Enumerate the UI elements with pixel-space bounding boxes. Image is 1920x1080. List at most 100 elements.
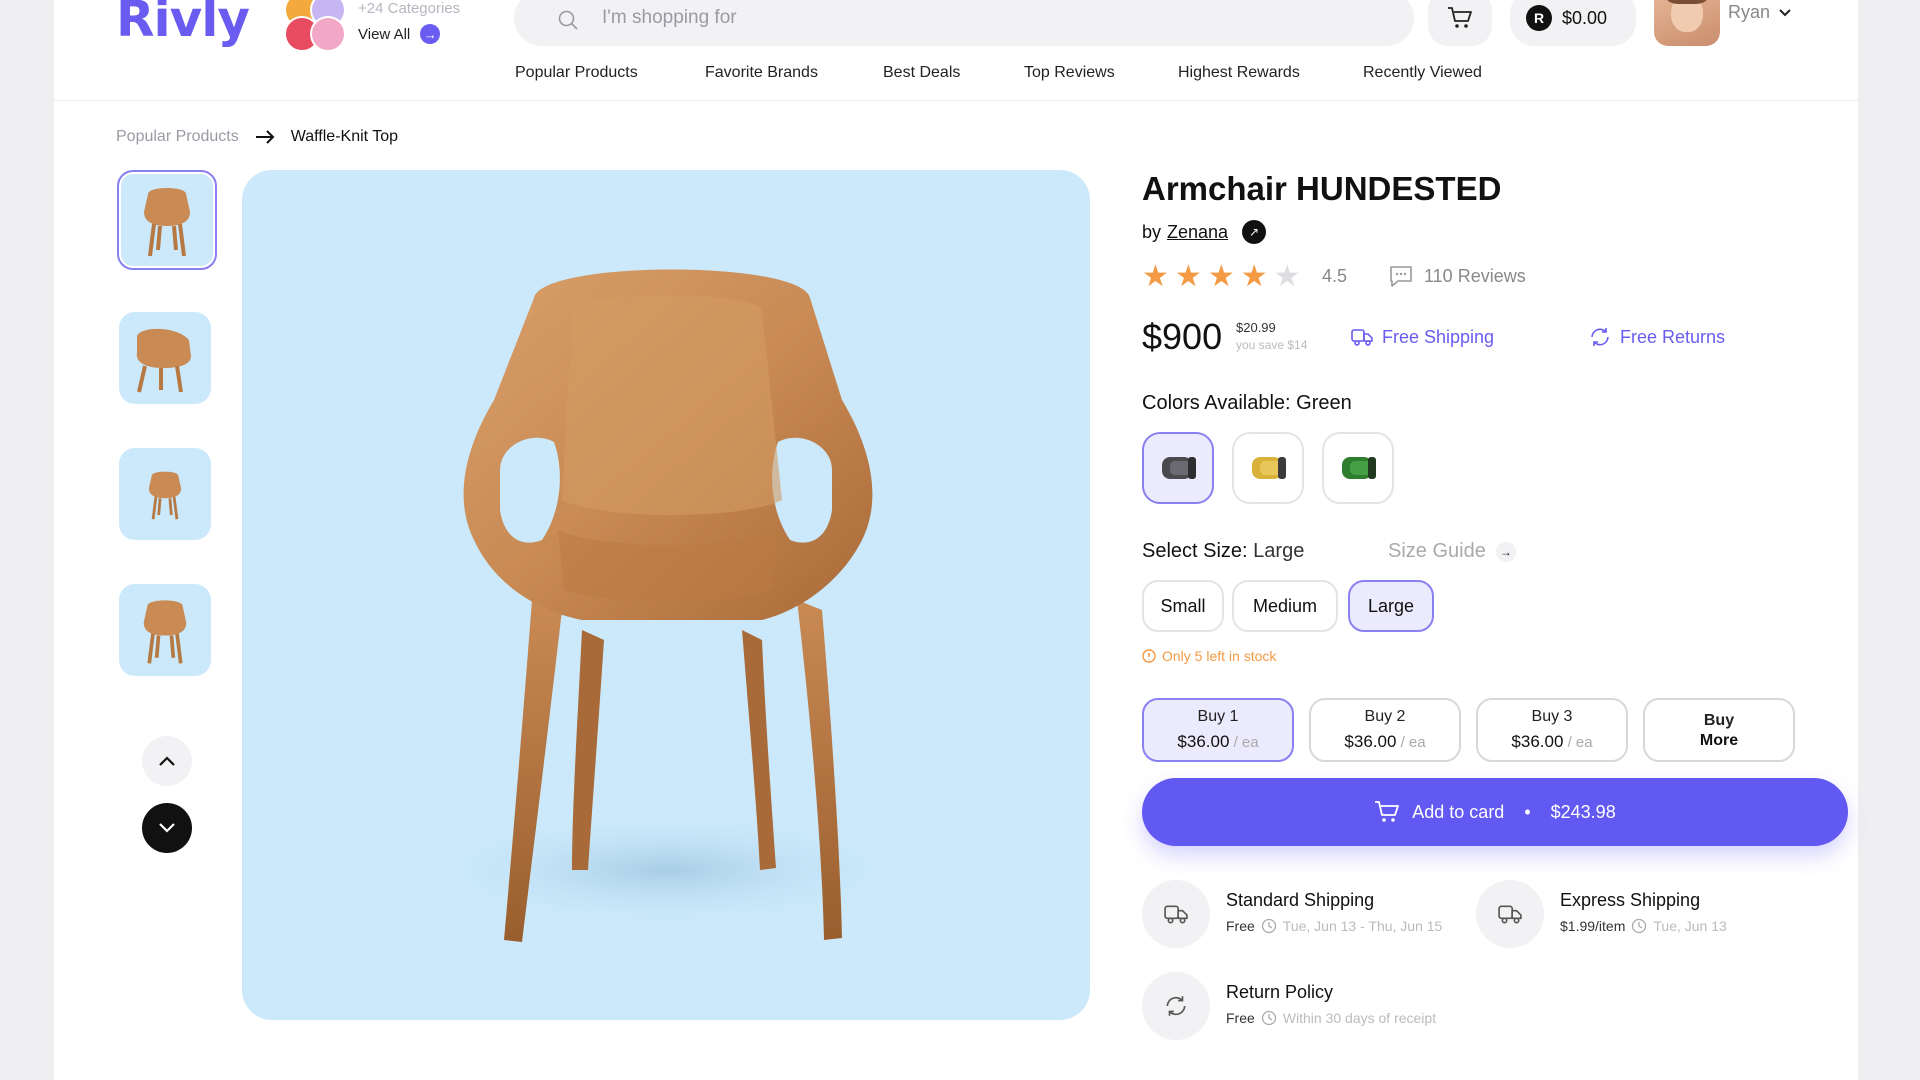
bundle-buy-2[interactable]: Buy 2 $36.00 / ea <box>1309 698 1461 762</box>
chair-thumbnail-icon <box>136 328 191 393</box>
chair-thumbnail-icon <box>148 471 182 520</box>
star-icon: ★ <box>1240 260 1268 293</box>
category-avatars[interactable] <box>280 0 350 52</box>
selected-color: Green <box>1296 392 1352 414</box>
truck-icon <box>1164 905 1188 924</box>
category-avatar <box>310 16 346 52</box>
shipping-cost: Free <box>1226 918 1255 934</box>
comment-icon <box>1390 266 1412 287</box>
bundle-label: Buy <box>1703 712 1735 729</box>
thumbnail-scroll-down-button[interactable] <box>142 803 192 853</box>
product-thumbnail[interactable] <box>119 312 211 404</box>
external-link-icon[interactable]: ↗ <box>1242 220 1267 244</box>
truck-icon <box>1351 329 1373 346</box>
colors-label: Colors Available: Green <box>1142 392 1352 415</box>
free-shipping-badge[interactable]: Free Shipping <box>1350 326 1494 348</box>
color-swatch-yellow[interactable] <box>1232 432 1304 504</box>
nav-favorite-brands[interactable]: Favorite Brands <box>705 64 818 82</box>
express-shipping-title: Express Shipping <box>1560 890 1701 910</box>
clock-icon <box>1261 1010 1276 1026</box>
armchair-image <box>406 269 926 942</box>
return-policy-icon <box>1142 972 1210 1040</box>
product-thumbnail[interactable] <box>117 170 217 270</box>
nav-recently-viewed[interactable]: Recently Viewed <box>1363 64 1482 82</box>
nav-top-reviews[interactable]: Top Reviews <box>1024 64 1115 82</box>
page: Rivly +24 Categories View All → I'm shop… <box>54 0 1858 1080</box>
separator-dot: • <box>1524 801 1531 822</box>
product-main-image[interactable] <box>242 170 1090 1020</box>
by-label: by <box>1142 221 1162 242</box>
cart-button[interactable] <box>1428 0 1492 46</box>
cart-icon <box>1375 801 1400 822</box>
view-all-link[interactable]: View All → <box>358 24 441 44</box>
color-swatch-dark-gray[interactable] <box>1142 432 1214 504</box>
arrow-right-icon: → <box>1495 541 1516 562</box>
search-placeholder: I'm shopping for <box>602 7 737 28</box>
user-name: Ryan <box>1728 2 1771 22</box>
breadcrumb: Popular Products Waffle-Knit Top <box>116 128 398 146</box>
nav-highest-rewards[interactable]: Highest Rewards <box>1178 64 1300 82</box>
shipping-eta: Tue, Jun 13 - Thu, Jun 15 <box>1282 918 1443 934</box>
arrow-right-icon: → <box>420 24 441 44</box>
chair-color-icon <box>1162 457 1196 479</box>
cart-icon <box>1448 7 1472 28</box>
bundle-buy-3[interactable]: Buy 3 $36.00 / ea <box>1476 698 1628 762</box>
thumbnail-scroll-up-button[interactable] <box>142 736 192 786</box>
star-icon: ★ <box>1142 260 1169 293</box>
product-thumbnail[interactable] <box>119 448 211 540</box>
coin-icon: R <box>1526 5 1552 31</box>
bundle-label: Buy 1 <box>1197 708 1239 725</box>
nav-best-deals[interactable]: Best Deals <box>883 64 960 82</box>
chevron-up-icon <box>159 756 175 766</box>
size-option-small[interactable]: Small <box>1142 580 1224 632</box>
product-price: $900 <box>1142 316 1223 357</box>
you-save: you save $14 <box>1236 338 1308 352</box>
brand-logo[interactable]: Rivly <box>116 0 250 48</box>
breadcrumb-current: Waffle-Knit Top <box>290 128 399 145</box>
bundle-buy-1[interactable]: Buy 1 $36.00 / ea <box>1142 698 1294 762</box>
search-icon <box>558 10 578 30</box>
star-rating: ★ ★ ★ ★ ★ <box>1142 262 1301 292</box>
size-guide-link[interactable]: Size Guide → <box>1388 540 1516 563</box>
nav-popular-products[interactable]: Popular Products <box>515 64 638 82</box>
size-guide-label: Size Guide <box>1388 540 1486 562</box>
bundle-buy-more[interactable]: Buy More <box>1643 698 1795 762</box>
return-policy-title: Return Policy <box>1226 982 1334 1002</box>
arrow-right-icon <box>255 130 275 144</box>
free-returns-badge[interactable]: Free Returns <box>1588 326 1725 348</box>
size-option-medium[interactable]: Medium <box>1232 580 1338 632</box>
chevron-down-icon <box>159 823 175 833</box>
product-title: Armchair HUNDESTED <box>1142 170 1502 207</box>
colors-label-text: Colors Available: <box>1142 392 1291 414</box>
express-truck-icon <box>1476 880 1544 948</box>
product-thumbnail[interactable] <box>119 584 211 676</box>
avatar[interactable] <box>1654 0 1720 46</box>
color-swatch-green[interactable] <box>1322 432 1394 504</box>
clock-icon <box>1632 918 1647 934</box>
stock-text: Only 5 left in stock <box>1162 648 1277 664</box>
returns-icon <box>1591 328 1609 346</box>
truck-icon <box>1498 905 1522 924</box>
shipping-eta: Tue, Jun 13 <box>1653 918 1727 934</box>
add-to-cart-button[interactable]: Add to card • $243.98 <box>1142 778 1848 846</box>
brand-link[interactable]: Zenana <box>1167 222 1228 243</box>
wallet-balance[interactable]: R $0.00 <box>1510 0 1636 46</box>
bundle-label-2: More <box>1699 732 1739 749</box>
star-icon: ★ <box>1207 260 1235 293</box>
user-menu[interactable]: Ryan <box>1728 2 1792 23</box>
selected-size: Large <box>1253 540 1305 562</box>
view-all-label: View All <box>358 25 411 43</box>
reviews-link[interactable]: 110 Reviews <box>1388 264 1526 288</box>
reviews-count: 110 Reviews <box>1424 265 1526 286</box>
return-window: Within 30 days of receipt <box>1282 1010 1437 1026</box>
breadcrumb-parent[interactable]: Popular Products <box>116 128 239 146</box>
return-policy-detail: Free Within 30 days of receipt <box>1226 1010 1436 1026</box>
bundle-price: $36.00 / ea <box>1177 732 1259 751</box>
info-icon <box>1142 649 1156 663</box>
returns-icon <box>1166 996 1186 1016</box>
size-option-large[interactable]: Large <box>1348 580 1434 632</box>
cart-total: $243.98 <box>1550 801 1616 822</box>
standard-shipping-detail: Free Tue, Jun 13 - Thu, Jun 15 <box>1226 918 1442 934</box>
categories-count: +24 Categories <box>358 0 461 17</box>
search-input[interactable]: I'm shopping for <box>514 0 1414 46</box>
